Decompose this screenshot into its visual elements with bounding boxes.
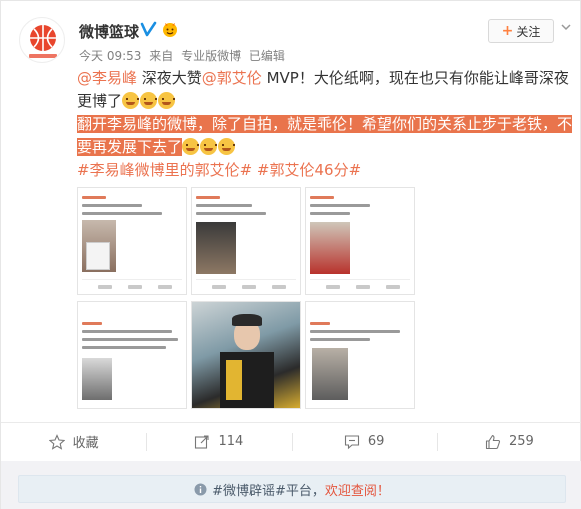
follow-button[interactable]: + 关注 <box>488 19 554 43</box>
image-thumbnail-4[interactable] <box>77 301 187 409</box>
favorite-button[interactable]: 收藏 <box>1 423 146 460</box>
laughing-emoji-icon <box>140 92 158 109</box>
post-text: @李易峰 深夜大赞@郭艾伦 MVP！大伦纸啊，现在也只有你能让峰哥深夜更博了 翻… <box>77 67 573 182</box>
vip-icon[interactable] <box>161 21 179 38</box>
mention-li-yifeng[interactable]: @李易峰 <box>77 69 137 87</box>
image-grid <box>77 187 417 412</box>
comment-icon <box>344 434 359 449</box>
image-thumbnail-6[interactable] <box>305 301 415 409</box>
like-count: 259 <box>508 434 534 449</box>
account-name[interactable]: 微博篮球 <box>79 21 139 42</box>
image-thumbnail-5[interactable] <box>191 301 301 409</box>
repost-icon <box>195 434 210 449</box>
post-time[interactable]: 今天 09:53 <box>79 49 141 63</box>
verified-v-icon <box>140 21 157 37</box>
image-thumbnail-2[interactable] <box>191 187 301 295</box>
like-icon <box>485 434 501 449</box>
topic-li-yifeng-weibo[interactable]: #李易峰微博里的郭艾伦# <box>77 161 252 179</box>
comment-count: 69 <box>367 434 385 449</box>
follow-label: 关注 <box>516 24 541 39</box>
source-prefix: 来自 <box>149 49 174 63</box>
doge-emoji-icon <box>200 138 218 155</box>
laughing-emoji-icon <box>158 92 176 109</box>
info-icon <box>194 483 207 495</box>
image-thumbnail-1[interactable] <box>77 187 187 295</box>
star-icon <box>48 433 65 450</box>
comment-button[interactable]: 69 <box>291 423 437 460</box>
favorite-label: 收藏 <box>72 436 99 451</box>
repost-button[interactable]: 114 <box>146 423 291 460</box>
post-text-part1: 深夜大赞 <box>137 69 202 87</box>
rumor-notice-banner[interactable]: #微博辟谣#平台， 欢迎查阅！ <box>18 475 566 503</box>
like-button[interactable]: 259 <box>436 423 581 460</box>
weibo-post-card: 微博篮球 今天 09:53 来自 专业版微博 已编辑 + 关注 @李易峰 深夜大… <box>0 0 581 509</box>
chevron-down-icon[interactable] <box>560 21 572 33</box>
image-thumbnail-3[interactable] <box>305 187 415 295</box>
weibo-basketball-logo <box>29 25 57 58</box>
action-bar: 收藏 114 69 259 <box>1 422 581 460</box>
laughing-emoji-icon <box>122 92 140 109</box>
notice-text: #微博辟谣#平台， <box>212 483 325 499</box>
doge-emoji-icon <box>218 138 236 155</box>
notice-area: #微博辟谣#平台， 欢迎查阅！ <box>1 461 581 509</box>
post-meta: 今天 09:53 来自 专业版微博 已编辑 <box>79 47 289 64</box>
notice-link[interactable]: 欢迎查阅！ <box>325 480 390 499</box>
doge-emoji-icon <box>182 138 200 155</box>
account-avatar[interactable] <box>19 17 65 63</box>
topic-guo-ailun-46[interactable]: #郭艾伦46分# <box>257 161 361 179</box>
repost-count: 114 <box>218 434 244 449</box>
edited-label[interactable]: 已编辑 <box>249 49 285 63</box>
mention-guo-ailun[interactable]: @郭艾伦 <box>202 69 262 87</box>
post-source[interactable]: 专业版微博 <box>181 49 241 63</box>
highlighted-text: 翻开李易峰的微博，除了自拍，就是乖伦！希望你们的关系止步于老铁，不要再发展下去了 <box>77 115 573 156</box>
plus-icon: + <box>501 23 514 39</box>
